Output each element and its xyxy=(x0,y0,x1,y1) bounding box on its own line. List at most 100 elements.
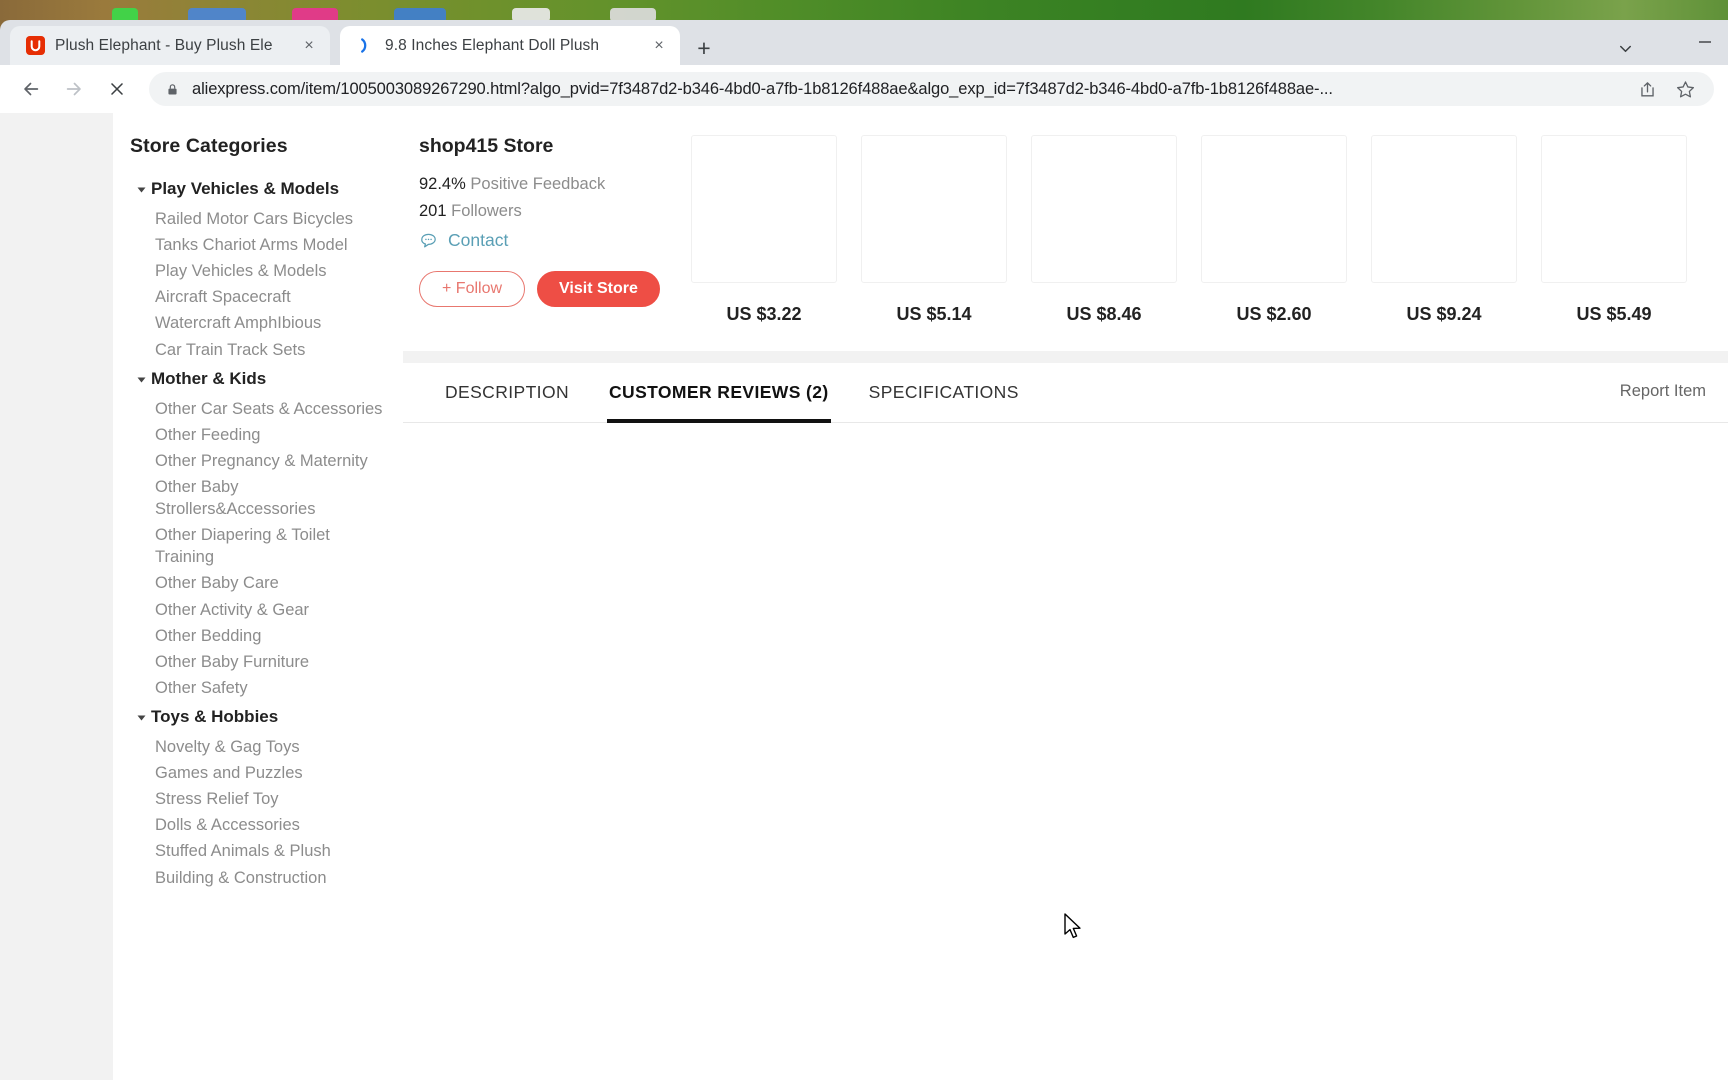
page-left-gutter xyxy=(0,113,113,1080)
category-item[interactable]: Other Baby Care xyxy=(130,570,387,596)
category-group-mother-kids: Mother & Kids Other Car Seats & Accessor… xyxy=(130,365,387,701)
product-price: US $5.14 xyxy=(896,304,972,324)
category-group-header[interactable]: Play Vehicles & Models xyxy=(130,175,387,206)
product-item[interactable]: US $2.60 xyxy=(1201,135,1347,325)
sidebar-title: Store Categories xyxy=(130,135,288,157)
store-categories-sidebar: Store Categories Play Vehicles & Models … xyxy=(113,113,403,1080)
category-group-label: Toys & Hobbies xyxy=(151,706,279,726)
caret-down-icon xyxy=(137,715,146,721)
product-item[interactable]: US $8.46 xyxy=(1031,135,1177,325)
store-info: shop415 Store 92.4% Positive Feedback 20… xyxy=(403,135,673,307)
forward-button[interactable] xyxy=(57,72,91,106)
category-item[interactable]: Stress Relief Toy xyxy=(130,786,387,812)
tab-specifications[interactable]: SPECIFICATIONS xyxy=(849,363,1039,423)
tab-customer-reviews[interactable]: CUSTOMER REVIEWS (2) xyxy=(589,363,849,423)
tab-content-panel xyxy=(403,423,1728,1080)
window-minimize-button[interactable] xyxy=(1682,26,1728,58)
product-price: US $9.24 xyxy=(1406,304,1482,324)
report-item-link[interactable]: Report Item xyxy=(1620,382,1706,401)
category-item[interactable]: Watercraft AmphIbious xyxy=(130,310,387,336)
product-thumbnail[interactable] xyxy=(861,135,1007,283)
store-name: shop415 Store xyxy=(419,135,554,157)
stop-loading-button[interactable] xyxy=(100,72,134,106)
lock-icon xyxy=(165,82,180,97)
follow-button[interactable]: + Follow xyxy=(419,271,526,307)
product-item[interactable]: US $3.22 xyxy=(691,135,837,325)
category-item[interactable]: Other Diapering & Toilet Training xyxy=(130,522,387,570)
category-item[interactable]: Novelty & Gag Toys xyxy=(130,734,387,760)
followers-stat: 201 Followers xyxy=(419,202,673,221)
category-group-label: Play Vehicles & Models xyxy=(151,179,340,198)
product-thumbnail[interactable] xyxy=(1371,135,1517,283)
category-item[interactable]: Building & Construction xyxy=(130,865,387,891)
page-viewport: Store Categories Play Vehicles & Models … xyxy=(0,113,1728,1080)
content-tab-bar: DESCRIPTION CUSTOMER REVIEWS (2) SPECIFI… xyxy=(403,363,1728,423)
category-item[interactable]: Aircraft Spacecraft xyxy=(130,284,387,310)
positive-feedback-value: 92.4% xyxy=(419,175,466,193)
browser-tab-2[interactable]: 9.8 Inches Elephant Doll Plush × xyxy=(340,26,680,65)
category-group-label: Mother & Kids xyxy=(151,368,267,388)
category-item[interactable]: Other Feeding xyxy=(130,422,387,448)
product-item[interactable]: US $9.24 xyxy=(1371,135,1517,325)
category-item[interactable]: Other Bedding xyxy=(130,623,387,649)
address-bar[interactable]: aliexpress.com/item/1005003089267290.htm… xyxy=(149,72,1714,106)
store-product-list: US $3.22 US $5.14 US $8.46 US $2.60 US $… xyxy=(673,135,1728,325)
category-item[interactable]: Other Baby Strollers&Accessories xyxy=(130,474,387,522)
product-thumbnail[interactable] xyxy=(691,135,837,283)
product-price: US $8.46 xyxy=(1066,304,1142,324)
product-price: US $5.49 xyxy=(1576,304,1652,324)
browser-toolbar: aliexpress.com/item/1005003089267290.htm… xyxy=(0,65,1728,113)
category-item[interactable]: Stuffed Animals & Plush xyxy=(130,838,387,864)
category-group-header[interactable]: Mother & Kids xyxy=(130,365,387,396)
followers-value: 201 xyxy=(419,202,447,220)
positive-feedback-stat: 92.4% Positive Feedback xyxy=(419,175,673,194)
browser-tabstrip: Plush Elephant - Buy Plush Ele × 9.8 Inc… xyxy=(0,20,1728,65)
category-item[interactable]: Play Vehicles & Models xyxy=(130,258,387,284)
product-thumbnail[interactable] xyxy=(1541,135,1687,283)
caret-down-icon xyxy=(137,187,146,193)
product-price: US $3.22 xyxy=(726,304,802,324)
category-item[interactable]: Railed Motor Cars Bicycles xyxy=(130,206,387,232)
browser-window: Plush Elephant - Buy Plush Ele × 9.8 Inc… xyxy=(0,20,1728,1080)
product-thumbnail[interactable] xyxy=(1201,135,1347,283)
visit-store-button[interactable]: Visit Store xyxy=(537,271,660,307)
share-icon[interactable] xyxy=(1630,72,1664,106)
back-button[interactable] xyxy=(14,72,48,106)
loading-spinner-icon xyxy=(356,36,375,55)
aliexpress-icon xyxy=(26,36,45,55)
store-card: shop415 Store 92.4% Positive Feedback 20… xyxy=(403,113,1728,352)
positive-feedback-label: Positive Feedback xyxy=(470,175,606,193)
browser-tab-1[interactable]: Plush Elephant - Buy Plush Ele × xyxy=(10,26,330,65)
category-group-header[interactable]: Toys & Hobbies xyxy=(130,703,387,734)
browser-tab-2-close-icon[interactable]: × xyxy=(648,35,670,57)
chevron-down-icon[interactable] xyxy=(1610,34,1640,62)
category-group-toys-hobbies: Toys & Hobbies Novelty & Gag Toys Games … xyxy=(130,703,387,891)
product-item[interactable]: US $5.14 xyxy=(861,135,1007,325)
followers-label: Followers xyxy=(451,202,522,220)
category-group-play-vehicles: Play Vehicles & Models Railed Motor Cars… xyxy=(130,175,387,363)
chat-bubble-icon xyxy=(419,231,439,251)
browser-tab-1-close-icon[interactable]: × xyxy=(298,35,320,57)
category-item[interactable]: Other Baby Furniture xyxy=(130,649,387,675)
store-action-buttons: + Follow Visit Store xyxy=(419,271,673,307)
contact-link[interactable]: Contact xyxy=(419,230,673,251)
category-item[interactable]: Other Pregnancy & Maternity xyxy=(130,448,387,474)
browser-tab-1-title: Plush Elephant - Buy Plush Ele xyxy=(55,36,273,54)
product-item[interactable]: US $5.49 xyxy=(1541,135,1687,325)
category-item[interactable]: Other Car Seats & Accessories xyxy=(130,396,387,422)
star-icon[interactable] xyxy=(1668,72,1702,106)
category-item[interactable]: Other Safety xyxy=(130,675,387,701)
category-item[interactable]: Other Activity & Gear xyxy=(130,597,387,623)
browser-tab-2-title: 9.8 Inches Elephant Doll Plush xyxy=(385,36,600,54)
category-item[interactable]: Tanks Chariot Arms Model xyxy=(130,232,387,258)
address-bar-url: aliexpress.com/item/1005003089267290.htm… xyxy=(192,79,1333,98)
category-item[interactable]: Car Train Track Sets xyxy=(130,337,387,363)
contact-label: Contact xyxy=(448,230,509,250)
product-price: US $2.60 xyxy=(1236,304,1312,324)
category-item[interactable]: Dolls & Accessories xyxy=(130,812,387,838)
new-tab-button[interactable]: + xyxy=(690,34,718,62)
category-item[interactable]: Games and Puzzles xyxy=(130,760,387,786)
mouse-cursor xyxy=(1063,913,1085,948)
product-thumbnail[interactable] xyxy=(1031,135,1177,283)
tab-description[interactable]: DESCRIPTION xyxy=(425,363,589,423)
